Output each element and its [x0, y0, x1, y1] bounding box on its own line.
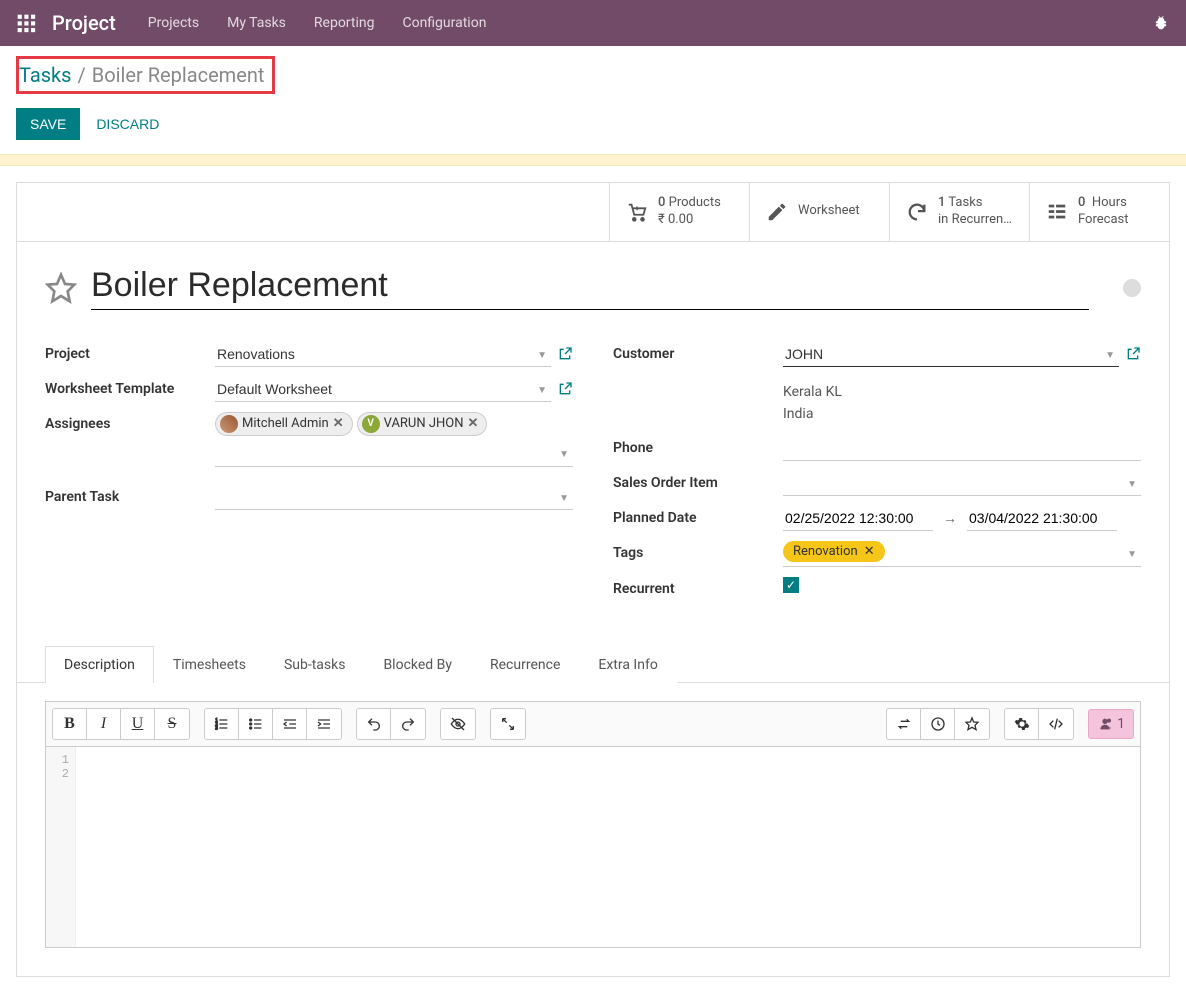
redo-button[interactable]	[391, 709, 425, 739]
swap-button[interactable]	[887, 709, 921, 739]
refresh-icon	[906, 201, 928, 223]
gear-button[interactable]	[1005, 709, 1039, 739]
kanban-state-dot[interactable]	[1123, 279, 1141, 297]
parent-task-input[interactable]	[215, 485, 573, 510]
star-button[interactable]	[955, 709, 989, 739]
recurrent-checkbox[interactable]: ✓	[783, 577, 799, 593]
undo-button[interactable]	[357, 709, 391, 739]
project-input[interactable]	[215, 342, 551, 367]
assignees-field[interactable]: Mitchell Admin ✕ V VARUN JHON ✕	[215, 412, 573, 439]
customer-label: Customer	[613, 342, 783, 362]
tasks-icon	[1046, 201, 1068, 223]
bold-button[interactable]: B	[53, 709, 87, 739]
remove-icon[interactable]: ✕	[468, 416, 479, 431]
tab-blocked-by[interactable]: Blocked By	[364, 646, 471, 683]
customer-address: Kerala KL India	[783, 381, 842, 426]
avatar	[220, 415, 238, 433]
external-link-icon[interactable]	[557, 346, 573, 362]
strikethrough-button[interactable]: S	[155, 709, 189, 739]
remove-icon[interactable]: ✕	[333, 416, 344, 431]
nav-reporting[interactable]: Reporting	[314, 15, 375, 31]
svg-text:3: 3	[215, 726, 218, 731]
nav-projects[interactable]: Projects	[148, 15, 199, 31]
breadcrumb-root[interactable]: Tasks	[19, 63, 72, 87]
chevron-down-icon: ▼	[559, 449, 569, 460]
remove-icon[interactable]: ✕	[864, 544, 875, 559]
tags-label: Tags	[613, 541, 783, 561]
nav-configuration[interactable]: Configuration	[402, 15, 486, 31]
task-title-input[interactable]	[91, 266, 1089, 310]
recurrent-label: Recurrent	[613, 577, 783, 597]
tab-timesheets[interactable]: Timesheets	[154, 646, 265, 683]
sales-order-input[interactable]	[783, 471, 1141, 496]
alert-bar	[0, 154, 1186, 166]
stat-products[interactable]: 0 Products ₹ 0.00	[609, 183, 749, 241]
assignees-add-line[interactable]: ▼	[215, 443, 573, 467]
brand-title: Project	[52, 11, 116, 35]
phone-label: Phone	[613, 436, 783, 456]
external-link-icon[interactable]	[557, 381, 573, 397]
cart-icon	[626, 201, 648, 223]
parent-task-label: Parent Task	[45, 485, 215, 505]
discard-button[interactable]: DISCARD	[96, 116, 159, 132]
assignees-label: Assignees	[45, 412, 215, 432]
nav-my-tasks[interactable]: My Tasks	[227, 15, 286, 31]
project-label: Project	[45, 342, 215, 362]
code-button[interactable]	[1039, 709, 1073, 739]
avatar: V	[362, 415, 380, 433]
customer-input[interactable]	[783, 342, 1119, 367]
phone-input[interactable]	[783, 436, 1141, 461]
clock-button[interactable]	[921, 709, 955, 739]
external-link-icon[interactable]	[1125, 346, 1141, 362]
star-icon[interactable]	[45, 272, 77, 304]
breadcrumb-sep: /	[78, 63, 86, 87]
ordered-list-button[interactable]: 123	[205, 709, 239, 739]
planned-date-start[interactable]	[783, 506, 933, 531]
assignee-chip: V VARUN JHON ✕	[357, 412, 488, 436]
tag-chip: Renovation ✕	[783, 541, 885, 562]
planned-date-end[interactable]	[967, 506, 1117, 531]
underline-button[interactable]: U	[121, 709, 155, 739]
bug-icon[interactable]	[1152, 14, 1170, 32]
indent-button[interactable]	[307, 709, 341, 739]
description-editor[interactable]	[76, 747, 1140, 947]
outdent-button[interactable]	[273, 709, 307, 739]
breadcrumb: Tasks / Boiler Replacement	[16, 56, 275, 94]
save-button[interactable]: SAVE	[16, 108, 80, 140]
visibility-button[interactable]	[441, 709, 475, 739]
sales-order-label: Sales Order Item	[613, 471, 783, 491]
unordered-list-button[interactable]	[239, 709, 273, 739]
italic-button[interactable]: I	[87, 709, 121, 739]
stat-recurrence[interactable]: 1 Tasks in Recurren…	[889, 183, 1029, 241]
tab-sub-tasks[interactable]: Sub-tasks	[265, 646, 365, 683]
pencil-icon	[766, 201, 788, 223]
collaborators-badge[interactable]: 1	[1088, 709, 1134, 739]
tab-recurrence[interactable]: Recurrence	[471, 646, 579, 683]
apps-icon[interactable]	[16, 13, 36, 33]
tab-extra-info[interactable]: Extra Info	[579, 646, 676, 683]
editor-gutter: 1 2	[46, 747, 76, 947]
fullscreen-button[interactable]	[491, 709, 525, 739]
stat-forecast[interactable]: 0 Hours Forecast	[1029, 183, 1169, 241]
assignee-chip: Mitchell Admin ✕	[215, 412, 353, 436]
breadcrumb-current: Boiler Replacement	[92, 63, 265, 87]
stat-worksheet[interactable]: Worksheet	[749, 183, 889, 241]
planned-date-label: Planned Date	[613, 506, 783, 526]
arrow-right-icon: →	[943, 510, 957, 527]
worksheet-template-input[interactable]	[215, 377, 551, 402]
tab-description[interactable]: Description	[45, 646, 154, 683]
worksheet-template-label: Worksheet Template	[45, 377, 215, 397]
chevron-down-icon: ▼	[1127, 549, 1137, 560]
